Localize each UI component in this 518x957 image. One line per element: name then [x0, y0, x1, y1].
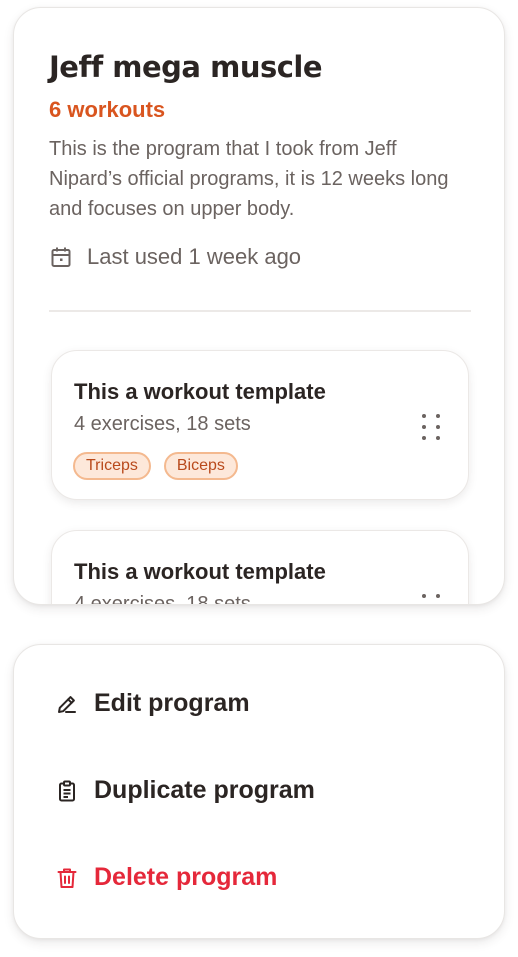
program-actions-menu: Edit program Duplicate program Delete pr	[13, 644, 505, 939]
workout-template-card[interactable]: This a workout template 4 exercises, 18 …	[51, 530, 469, 605]
trash-icon	[54, 865, 80, 891]
clipboard-icon	[54, 778, 80, 804]
delete-program-label: Delete program	[94, 863, 278, 891]
pencil-icon	[54, 691, 80, 717]
program-title: Jeff mega muscle	[49, 50, 323, 84]
muscle-tag: Biceps	[163, 452, 238, 480]
last-used-text: Last used 1 week ago	[87, 244, 302, 269]
drag-handle-icon[interactable]	[422, 414, 440, 440]
divider	[49, 310, 471, 312]
edit-program-button[interactable]: Edit program	[54, 689, 250, 718]
duplicate-program-button[interactable]: Duplicate program	[54, 776, 315, 805]
program-description: This is the program that I took from Jef…	[49, 138, 449, 220]
duplicate-program-label: Duplicate program	[94, 776, 315, 804]
delete-program-button[interactable]: Delete program	[54, 863, 277, 892]
last-used-row: Last used 1 week ago	[49, 244, 301, 270]
template-title: This a workout template	[74, 379, 326, 404]
template-summary: 4 exercises, 18 sets	[74, 593, 251, 605]
template-title: This a workout template	[74, 559, 326, 584]
drag-handle-icon[interactable]	[422, 594, 440, 604]
program-card: Jeff mega muscle 6 workouts This is the …	[13, 7, 505, 605]
tag-list: Triceps Biceps	[73, 452, 238, 480]
muscle-tag: Triceps	[73, 452, 151, 480]
calendar-icon	[49, 245, 73, 269]
edit-program-label: Edit program	[94, 689, 250, 717]
workout-count: 6 workouts	[49, 97, 166, 122]
template-summary: 4 exercises, 18 sets	[74, 413, 251, 435]
workout-template-card[interactable]: This a workout template 4 exercises, 18 …	[51, 350, 469, 500]
